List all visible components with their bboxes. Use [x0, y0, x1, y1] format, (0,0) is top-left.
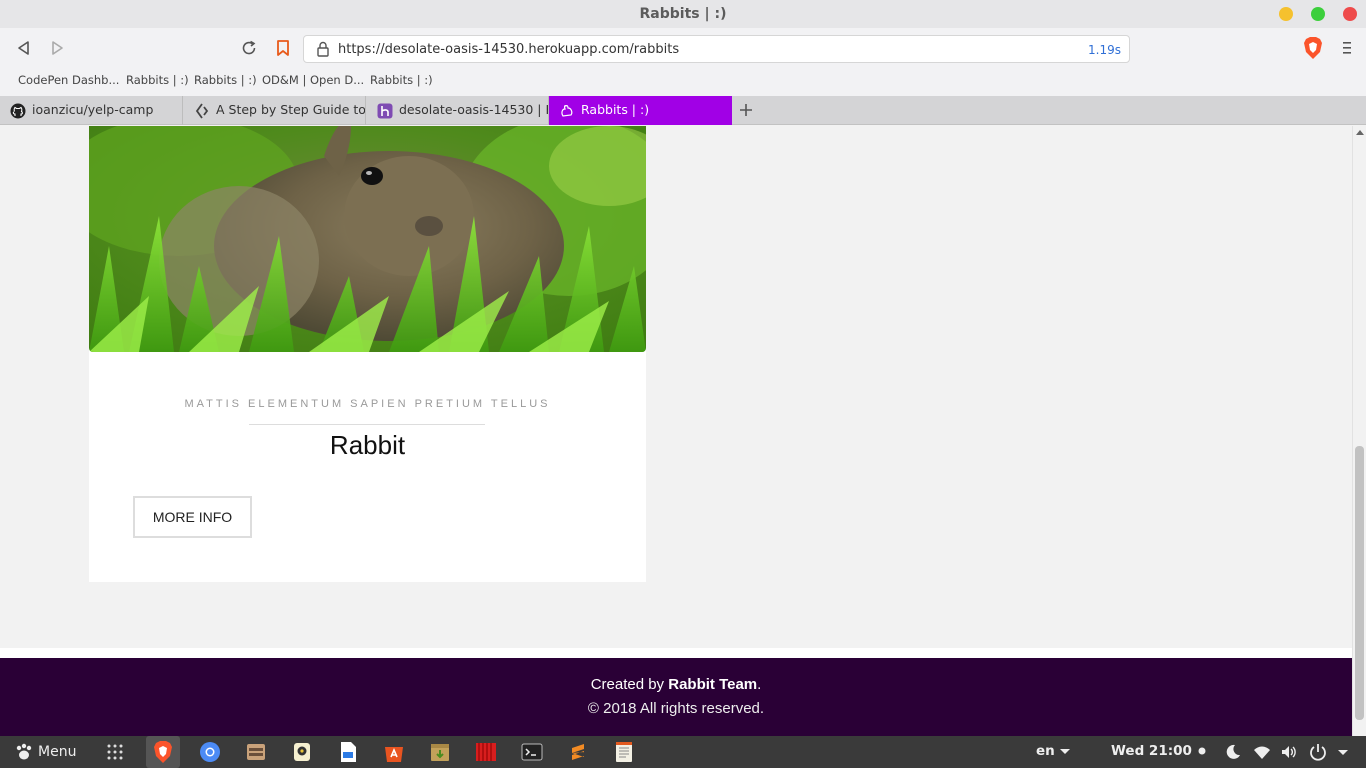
heroku-icon	[377, 103, 393, 119]
tab-label: ioanzicu/yelp-camp	[32, 102, 154, 117]
footer-team-name: Rabbit Team	[668, 676, 758, 693]
tab-strip: ioanzicu/yelp-camp A Step by Step Guide …	[0, 96, 1366, 125]
language-label: en	[1036, 743, 1055, 759]
power-menu-chevron-icon[interactable]	[1333, 742, 1353, 762]
power-icon[interactable]	[1308, 742, 1328, 762]
new-tab-button[interactable]	[736, 98, 756, 122]
brave-shields-icon[interactable]	[1302, 36, 1324, 60]
bookmarks-bar: CodePen Dashb... Rabbits | :) Rabbits | …	[0, 68, 1366, 96]
bookmark-item[interactable]: OD&M | Open D...	[262, 73, 364, 87]
close-window-button[interactable]	[1343, 7, 1357, 21]
night-light-icon[interactable]	[1223, 742, 1243, 762]
menu-label: Menu	[38, 744, 77, 760]
app-grid-icon[interactable]	[106, 743, 124, 761]
taskbar-brave-active[interactable]	[146, 736, 180, 768]
bookmark-item[interactable]: CodePen Dashb...	[18, 73, 119, 87]
rabbit-card: MATTIS ELEMENTUM SAPIEN PRETIUM TELLUS R…	[89, 126, 646, 582]
url-text: https://desolate-oasis-14530.herokuapp.c…	[338, 42, 680, 57]
start-menu-button[interactable]: Menu	[14, 741, 76, 763]
tab-label: Rabbits | :)	[581, 102, 650, 117]
text-editor-icon[interactable]	[612, 740, 636, 764]
load-time: 1.19s	[1088, 43, 1121, 57]
window-titlebar: Rabbits | :)	[0, 0, 1366, 28]
document-editor-icon[interactable]	[336, 740, 360, 764]
plus-icon	[740, 104, 752, 116]
clock-label: Wed 21:00	[1111, 743, 1192, 759]
tab-github[interactable]: ioanzicu/yelp-camp	[0, 96, 183, 125]
footer-credit: Created by Rabbit Team.	[0, 676, 1352, 693]
page-viewport: MATTIS ELEMENTUM SAPIEN PRETIUM TELLUS R…	[0, 126, 1352, 736]
hamburger-icon	[1343, 42, 1351, 54]
bookmark-item[interactable]: Rabbits | :)	[194, 73, 257, 87]
brave-icon	[154, 741, 172, 763]
volume-icon[interactable]	[1279, 742, 1299, 762]
forward-button[interactable]	[46, 37, 68, 59]
tab-heroku[interactable]: desolate-oasis-14530 | Her	[367, 96, 549, 125]
tab-label: desolate-oasis-14530 | Her	[399, 102, 548, 117]
footer-credit-prefix: Created by	[590, 676, 665, 693]
media-player-icon[interactable]	[290, 740, 314, 764]
footer-credit-suffix: .	[757, 676, 762, 693]
lock-icon	[317, 41, 329, 57]
sublime-text-icon[interactable]	[566, 740, 590, 764]
language-indicator[interactable]: en	[1036, 743, 1071, 759]
guide-icon	[195, 103, 209, 119]
terminal-icon[interactable]	[520, 740, 544, 764]
rabbit-icon	[561, 105, 573, 117]
clock[interactable]: Wed 21:00	[1111, 743, 1207, 759]
card-kicker: MATTIS ELEMENTUM SAPIEN PRETIUM TELLUS	[184, 398, 551, 410]
forward-icon	[52, 41, 63, 55]
card-title: Rabbit	[329, 430, 406, 460]
archive-manager-icon[interactable]	[428, 740, 452, 764]
back-icon	[18, 41, 29, 55]
maximize-button[interactable]	[1311, 7, 1325, 21]
navigation-bar: https://desolate-oasis-14530.herokuapp.c…	[0, 28, 1366, 68]
tab-label: A Step by Step Guide to Bu	[216, 102, 366, 117]
bookmark-button[interactable]	[272, 37, 294, 59]
tab-rabbits[interactable]: Rabbits | :)	[549, 96, 732, 125]
system-taskbar: Menu en Wed 21:00	[0, 736, 1366, 768]
card-divider	[249, 424, 485, 425]
window-title: Rabbits | :)	[639, 6, 727, 22]
browser-menu-button[interactable]	[1338, 38, 1356, 58]
chevron-down-icon	[1060, 749, 1071, 754]
page-footer: Created by Rabbit Team. © 2018 All right…	[0, 658, 1352, 736]
rabbit-photo	[89, 126, 646, 352]
minimize-button[interactable]	[1279, 7, 1293, 21]
back-button[interactable]	[13, 37, 35, 59]
chromium-icon[interactable]	[198, 740, 222, 764]
bookmark-icon	[277, 40, 289, 56]
notification-dot-icon	[1198, 747, 1206, 755]
page-scrollbar[interactable]	[1352, 126, 1366, 736]
scroll-up-arrow-icon[interactable]	[1356, 130, 1364, 135]
github-icon	[10, 103, 26, 119]
bookmark-item[interactable]: Rabbits | :)	[370, 73, 433, 87]
system-monitor-icon[interactable]	[474, 740, 498, 764]
bookmark-item[interactable]: Rabbits | :)	[126, 73, 189, 87]
tab-guide[interactable]: A Step by Step Guide to Bu	[184, 96, 366, 125]
reload-button[interactable]	[238, 37, 260, 59]
address-bar[interactable]: https://desolate-oasis-14530.herokuapp.c…	[303, 35, 1130, 63]
paw-icon	[16, 743, 32, 760]
file-manager-icon[interactable]	[244, 740, 268, 764]
footer-separator	[0, 648, 1352, 658]
scrollbar-thumb[interactable]	[1355, 446, 1364, 720]
software-center-icon[interactable]	[382, 740, 406, 764]
footer-copyright: © 2018 All rights reserved.	[587, 700, 765, 717]
reload-icon	[242, 40, 256, 55]
more-info-button[interactable]: MORE INFO	[133, 496, 252, 538]
wifi-icon[interactable]	[1252, 742, 1272, 762]
